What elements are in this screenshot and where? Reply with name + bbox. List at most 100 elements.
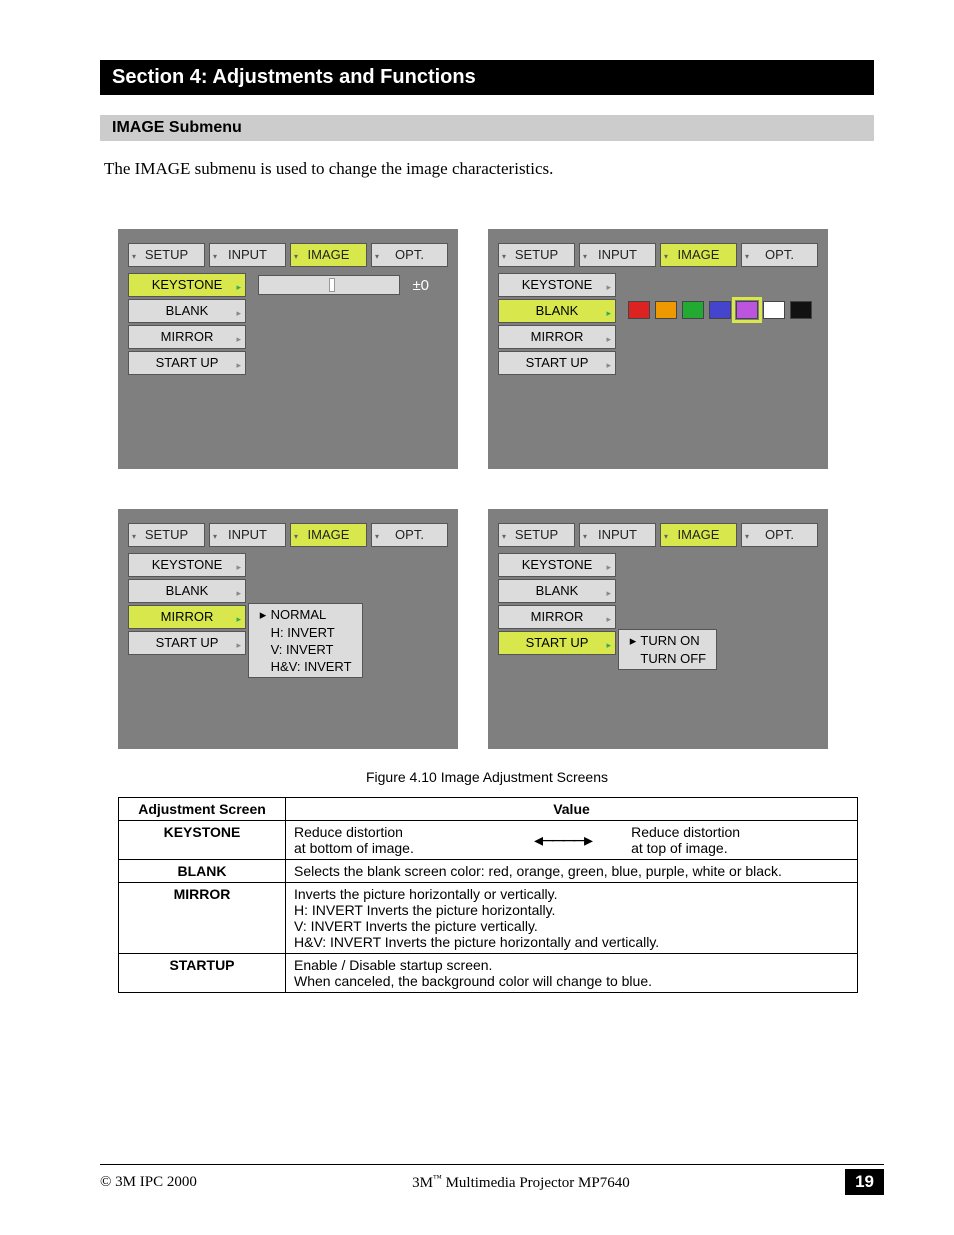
chevron-right-icon: ▸ [236, 608, 241, 630]
mirror-option-label: H: INVERT [267, 625, 335, 640]
menu-keystone[interactable]: KEYSTONE▸ [498, 553, 616, 577]
menu-mirror[interactable]: MIRROR▸ [498, 605, 616, 629]
menu-keystone-label: KEYSTONE [152, 277, 223, 292]
tab-image[interactable]: IMAGE [290, 243, 367, 267]
chevron-right-icon: ▸ [606, 276, 611, 298]
tab-setup[interactable]: SETUP [498, 243, 575, 267]
mirror-l3: V: INVERT Inverts the picture vertically… [294, 918, 849, 934]
chevron-right-icon: ▸ [606, 354, 611, 376]
tab-opt[interactable]: OPT. [741, 523, 818, 547]
swatch-red[interactable] [628, 301, 650, 319]
startup-l1: Enable / Disable startup screen. [294, 957, 849, 973]
mirror-submenu[interactable]: ▸ NORMAL H: INVERT V: INVERT H&V: INVERT [248, 603, 363, 678]
menu-blank[interactable]: BLANK▸ [498, 579, 616, 603]
startup-submenu[interactable]: ▸ TURN ON TURN OFF [618, 629, 717, 670]
menu-startup[interactable]: START UP ▸ [498, 351, 616, 375]
menu-startup[interactable]: START UP ▸ [128, 351, 246, 375]
mirror-option[interactable]: ▸ NORMAL [255, 606, 356, 624]
tab-setup[interactable]: SETUP [128, 243, 205, 267]
menu-mirror[interactable]: MIRROR ▸ [128, 605, 246, 629]
swatch-green[interactable] [682, 301, 704, 319]
swatch-white[interactable] [763, 301, 785, 319]
chevron-right-icon: ▸ [606, 328, 611, 350]
menu-blank[interactable]: BLANK▸ [498, 299, 616, 323]
menu-keystone-label: KEYSTONE [152, 557, 223, 572]
footer-brand: 3M [412, 1175, 433, 1191]
startup-option-label: TURN OFF [637, 651, 706, 666]
menu-startup[interactable]: START UP▸ [128, 631, 246, 655]
startup-option[interactable]: TURN OFF [625, 650, 710, 667]
menu-startup-label: START UP [526, 355, 589, 370]
screens-grid: SETUP INPUT IMAGE OPT. KEYSTONE ▸ BLANK ▸ … [118, 229, 874, 749]
footer-model: Multimedia Projector MP7640 [442, 1175, 630, 1191]
panel-blank: SETUP INPUT IMAGE OPT. KEYSTONE▸ BLANK▸ … [488, 229, 828, 469]
swatch-blue[interactable] [709, 301, 731, 319]
swatch-purple[interactable] [736, 301, 758, 319]
chevron-right-icon: ▸ [606, 556, 611, 578]
menu-blank[interactable]: BLANK▸ [128, 579, 246, 603]
startup-option-label: TURN ON [637, 633, 700, 648]
tab-setup[interactable]: SETUP [498, 523, 575, 547]
menu-startup-label: START UP [156, 355, 219, 370]
tab-image[interactable]: IMAGE [660, 523, 737, 547]
menu-mirror-label: MIRROR [161, 609, 214, 624]
subsection-title: IMAGE Submenu [100, 115, 874, 141]
mirror-option-label: V: INVERT [267, 642, 333, 657]
chevron-right-icon: ▸ [236, 634, 241, 656]
figure-caption: Figure 4.10 Image Adjustment Screens [100, 769, 874, 785]
intro-text: The IMAGE submenu is used to change the … [104, 159, 874, 179]
table-row: MIRROR Inverts the picture horizontally … [119, 883, 858, 954]
chevron-right-icon: ▸ [606, 608, 611, 630]
mirror-option[interactable]: H: INVERT [255, 624, 356, 641]
tab-image[interactable]: IMAGE [290, 523, 367, 547]
swatch-orange[interactable] [655, 301, 677, 319]
keystone-left-bot: at bottom of image. [294, 840, 494, 856]
menu-blank-label: BLANK [536, 303, 579, 318]
mirror-option-label: H&V: INVERT [267, 659, 352, 674]
chevron-right-icon: ▸ [606, 634, 611, 656]
menu-keystone-label: KEYSTONE [522, 277, 593, 292]
row-startup-label: STARTUP [119, 954, 286, 993]
menu-keystone[interactable]: KEYSTONE▸ [128, 553, 246, 577]
tab-opt[interactable]: OPT. [741, 243, 818, 267]
tab-image[interactable]: IMAGE [660, 243, 737, 267]
menu-mirror-label: MIRROR [531, 329, 584, 344]
panel-keystone: SETUP INPUT IMAGE OPT. KEYSTONE▸ BLANK▸ … [118, 229, 458, 469]
startup-l2: When canceled, the background color will… [294, 973, 849, 989]
menu-keystone[interactable]: KEYSTONE ▸ [498, 273, 616, 297]
trademark-icon: ™ [433, 1173, 442, 1183]
table-header-value: Value [286, 798, 858, 821]
mirror-option[interactable]: H&V: INVERT [255, 658, 356, 675]
section-title: Section 4: Adjustments and Functions [100, 60, 874, 95]
tab-setup[interactable]: SETUP [128, 523, 205, 547]
menu-blank[interactable]: BLANK▸ [128, 299, 246, 323]
tab-input[interactable]: INPUT [209, 243, 286, 267]
cursor-icon: ▸ [259, 607, 267, 623]
chevron-right-icon: ▸ [236, 354, 241, 376]
startup-option[interactable]: ▸ TURN ON [625, 632, 710, 650]
table-row: BLANK Selects the blank screen color: re… [119, 860, 858, 883]
menu-mirror-label: MIRROR [161, 329, 214, 344]
swatch-black[interactable] [790, 301, 812, 319]
chevron-right-icon: ▸ [236, 302, 241, 324]
tab-opt[interactable]: OPT. [371, 243, 448, 267]
tab-input[interactable]: INPUT [209, 523, 286, 547]
mirror-option[interactable]: V: INVERT [255, 641, 356, 658]
mirror-l4: H&V: INVERT Inverts the picture horizont… [294, 934, 849, 950]
menu-keystone[interactable]: KEYSTONE▸ [128, 273, 246, 297]
tab-input[interactable]: INPUT [579, 243, 656, 267]
chevron-right-icon: ▸ [606, 582, 611, 604]
menu-mirror[interactable]: MIRROR ▸ [498, 325, 616, 349]
menu-mirror[interactable]: MIRROR ▸ [128, 325, 246, 349]
row-keystone-label: KEYSTONE [119, 821, 286, 860]
row-startup-value: Enable / Disable startup screen. When ca… [286, 954, 858, 993]
tab-opt[interactable]: OPT. [371, 523, 448, 547]
chevron-right-icon: ▸ [236, 582, 241, 604]
mirror-l1: Inverts the picture horizontally or vert… [294, 886, 849, 902]
footer-copyright: © 3M IPC 2000 [100, 1174, 197, 1191]
menu-startup-label: START UP [526, 635, 589, 650]
chevron-right-icon: ▸ [236, 328, 241, 350]
menu-startup[interactable]: START UP ▸ [498, 631, 616, 655]
keystone-slider[interactable]: ±0 [258, 275, 429, 295]
tab-input[interactable]: INPUT [579, 523, 656, 547]
